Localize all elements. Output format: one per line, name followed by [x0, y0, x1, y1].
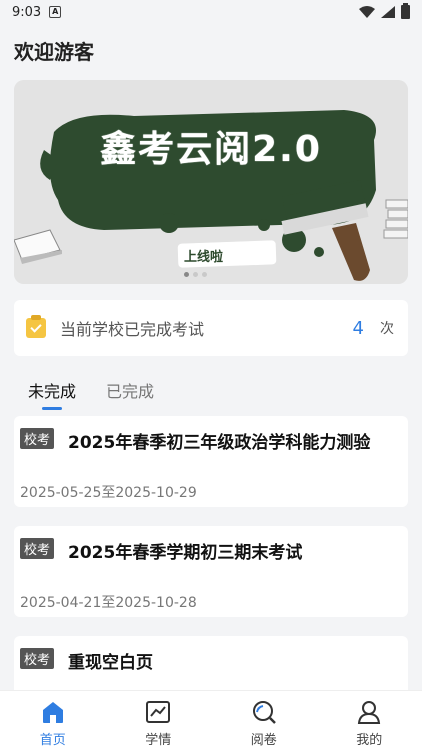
tab-incomplete[interactable]: 未完成: [28, 378, 76, 410]
home-icon: [42, 702, 63, 723]
nav-profile[interactable]: 我的: [317, 691, 422, 750]
carousel-dots[interactable]: [184, 272, 207, 277]
nav-home-label: 首页: [39, 733, 66, 748]
carousel-dot[interactable]: [184, 272, 189, 277]
carousel-dot[interactable]: [193, 272, 198, 277]
banner-title: 鑫考云阅2.0: [100, 129, 322, 170]
exam-tabs: 未完成 已完成: [28, 378, 154, 410]
exam-count-unit: 次: [380, 321, 394, 337]
status-time: 9:03: [12, 4, 42, 20]
signal-icon: [381, 6, 395, 18]
exam-count-value: 4: [352, 317, 364, 339]
exam-count-label: 当前学校已完成考试: [60, 320, 205, 339]
search-icon: [252, 701, 276, 724]
exam-tag: 校考: [20, 428, 55, 449]
bottom-nav: 首页 学情 阅卷 我的: [0, 690, 422, 750]
exam-card[interactable]: 校考 2025年春季学期初三期末考试 2025-04-21至2025-10-28: [14, 526, 408, 617]
exam-card[interactable]: 校考 2025年春季初三年级政治学科能力测验 2025-05-25至2025-1…: [14, 416, 408, 507]
exam-dates: 2025-05-25至2025-10-29: [20, 485, 197, 501]
exam-title: 2025年春季学期初三期末考试: [68, 543, 303, 563]
exam-title: 重现空白页: [68, 653, 153, 673]
exam-dates: 2025-04-21至2025-10-28: [20, 595, 197, 611]
clipboard-check-icon: [26, 315, 46, 338]
page-title: 欢迎游客: [14, 40, 94, 64]
battery-icon: [401, 3, 410, 19]
chart-icon: [146, 701, 171, 723]
nav-profile-label: 我的: [356, 733, 383, 748]
status-bar: 9:03 A: [0, 0, 422, 24]
user-icon: [358, 701, 381, 724]
exam-count-card: 当前学校已完成考试 4 次: [14, 300, 408, 356]
nav-marking-label: 阅卷: [250, 733, 277, 748]
exam-tag: 校考: [20, 648, 55, 669]
wifi-icon: [359, 6, 375, 18]
banner-subtitle: 上线啦: [184, 250, 224, 265]
exam-title: 2025年春季初三年级政治学科能力测验: [68, 433, 371, 453]
tab-completed[interactable]: 已完成: [106, 378, 154, 410]
nav-marking[interactable]: 阅卷: [211, 691, 317, 750]
banner-carousel[interactable]: 鑫考云阅2.0 上线啦: [14, 80, 408, 284]
notification-icon: A: [49, 6, 62, 18]
carousel-dot[interactable]: [202, 272, 207, 277]
nav-analytics-label: 学情: [145, 733, 172, 748]
exam-tag: 校考: [20, 538, 55, 559]
nav-analytics[interactable]: 学情: [106, 691, 212, 750]
nav-home[interactable]: 首页: [0, 691, 106, 750]
